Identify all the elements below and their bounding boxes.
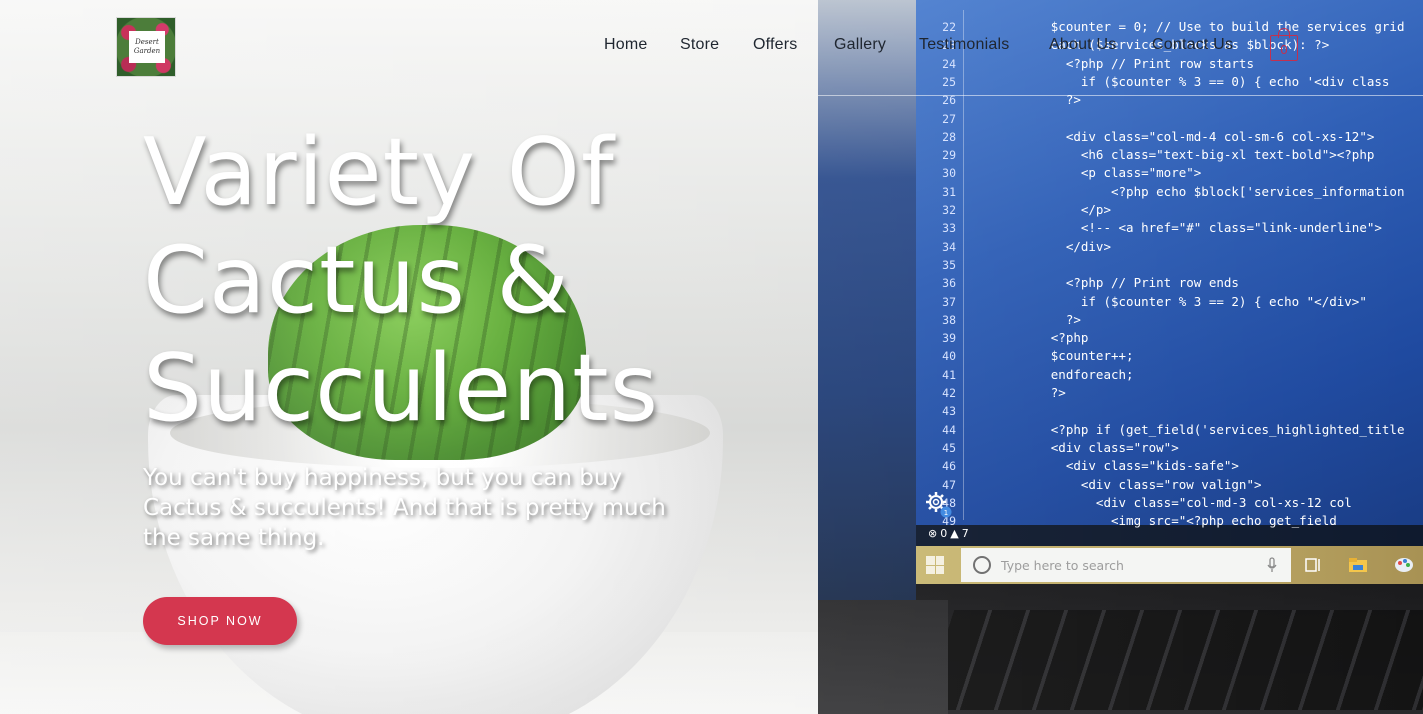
code-line-number: 34: [942, 239, 956, 254]
code-line-number: 31: [942, 184, 956, 199]
paint-icon: [1395, 558, 1413, 572]
code-line-number: 30: [942, 166, 956, 181]
code-line-text: </div>: [968, 238, 1111, 254]
hero-subtitle: You can't buy happiness, but you can buy…: [143, 465, 666, 551]
error-icon: ⊗: [928, 527, 938, 540]
shop-now-button[interactable]: SHOP NOW: [143, 597, 297, 645]
code-line-number: 43: [942, 404, 956, 419]
status-counts: ⊗ 0 ▲ 7: [928, 527, 969, 540]
logo-line-1: Desert: [135, 38, 159, 46]
code-line-number: 38: [942, 312, 956, 327]
code-line-text: $counter++;: [968, 348, 1134, 364]
warning-count: 7: [961, 527, 969, 540]
code-line-text: <div class="kids-safe">: [968, 458, 1239, 474]
keyboard-keys: [921, 610, 1423, 710]
laptop-body: [818, 600, 948, 714]
nav-contact-us[interactable]: Contact Us: [1152, 36, 1233, 54]
code-line-text: if ($counter % 3 == 2) { echo "</div>": [968, 293, 1367, 309]
code-line-number: 39: [942, 331, 956, 346]
logo-line-2: Garden: [133, 47, 161, 55]
nav-about-us[interactable]: About Us: [1049, 36, 1116, 54]
cart-button[interactable]: 0: [1270, 28, 1298, 62]
code-line-text: </p>: [968, 202, 1111, 217]
nav-home[interactable]: Home: [604, 36, 647, 54]
gear-icon: 1: [926, 492, 952, 518]
windows-start-icon: [926, 556, 944, 574]
hero-title: Variety Of Cactus & Succulents: [143, 118, 793, 442]
code-line-text: endforeach;: [968, 366, 1134, 382]
code-line-text: <!-- <a href="#" class="link-underline">: [968, 220, 1382, 236]
task-view-icon: [1305, 558, 1320, 572]
code-line-text: ?>: [968, 311, 1081, 327]
error-count: 0: [940, 527, 948, 540]
code-line-number: 28: [942, 129, 956, 144]
shopping-bag-icon: 0: [1270, 35, 1298, 61]
code-line-text: <h6 class="text-big-xl text-bold"><?php: [968, 147, 1375, 163]
code-line-text: <?php if (get_field('services_highlighte…: [968, 421, 1405, 437]
hero-title-line-3: Succulents: [143, 334, 660, 442]
site-header: Desert Garden Home Store Offers Gallery …: [0, 0, 1423, 95]
code-line-text: <div class="col-md-4 col-sm-6 col-xs-12"…: [968, 128, 1375, 144]
code-line-number: 29: [942, 148, 956, 163]
code-line-text: <div class="col-md-3 col-xs-12 col: [968, 494, 1352, 510]
desert-garden-logo[interactable]: Desert Garden: [116, 17, 176, 77]
windows-taskbar: Type here to search: [916, 546, 1423, 584]
code-line-number: 27: [942, 111, 956, 126]
hero-title-line-2: Cactus &: [143, 226, 570, 334]
code-line-number: 42: [942, 386, 956, 400]
code-line-text: <p class="more">: [968, 165, 1202, 181]
microphone-icon: [1267, 557, 1277, 572]
laptop-code-photo: 22 $counter = 0; // Use to build the ser…: [818, 0, 1423, 714]
code-line-number: 32: [942, 203, 956, 217]
code-line-number: 33: [942, 221, 956, 236]
code-line-text: <img src="<?php echo get_field: [968, 513, 1337, 529]
code-line-number: 37: [942, 294, 956, 309]
code-line-text: <div class="row">: [968, 439, 1179, 455]
nav-offers[interactable]: Offers: [753, 36, 797, 54]
code-line-number: 46: [942, 459, 956, 474]
gear-badge: 1: [944, 509, 948, 517]
code-line-text: <?php: [968, 330, 1089, 346]
file-explorer-icon: [1349, 558, 1367, 572]
code-line-number: 41: [942, 367, 956, 382]
logo-plate: Desert Garden: [129, 31, 165, 63]
code-line-text: <?php // Print row ends: [968, 275, 1239, 291]
code-line-number: 40: [942, 349, 956, 364]
code-line-text: <div class="row valign">: [968, 476, 1262, 492]
code-line-number: 45: [942, 440, 956, 455]
nav-testimonials[interactable]: Testimonials: [919, 36, 1009, 54]
nav-gallery[interactable]: Gallery: [834, 36, 886, 54]
code-line-text: ?>: [968, 385, 1066, 400]
nav-store[interactable]: Store: [680, 36, 719, 54]
code-line-number: 44: [942, 422, 956, 437]
code-line-number: 36: [942, 276, 956, 291]
hero-title-line-1: Variety Of: [143, 118, 615, 226]
cart-count: 0: [1280, 41, 1288, 57]
code-line-number: 35: [942, 257, 956, 272]
cortana-circle-icon: [973, 556, 991, 574]
warning-icon: ▲: [950, 527, 959, 540]
code-line-text: <?php echo $block['services_information: [968, 183, 1405, 199]
taskbar-search: Type here to search: [961, 548, 1291, 582]
header-divider: [818, 95, 1423, 96]
taskbar-search-placeholder: Type here to search: [1001, 557, 1124, 573]
